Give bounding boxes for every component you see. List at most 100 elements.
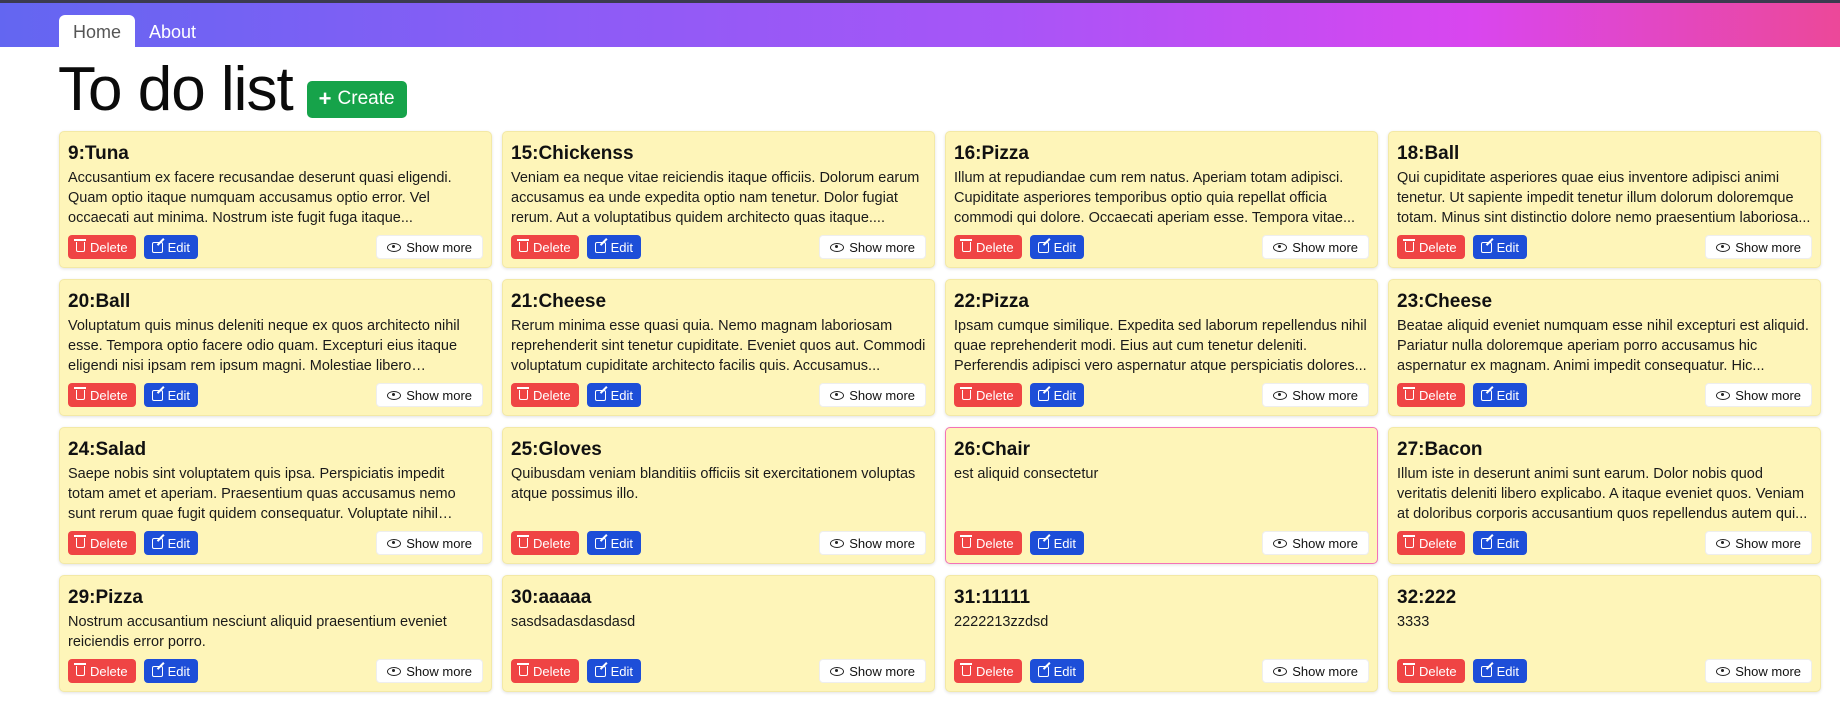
edit-button[interactable]: Edit: [1029, 531, 1084, 555]
card-actions: Delete Edit Show more: [954, 659, 1369, 683]
show-more-button[interactable]: Show more: [1705, 659, 1812, 683]
todo-title: 18:Ball: [1397, 143, 1460, 164]
edit-button[interactable]: Edit: [1472, 531, 1527, 555]
tab-home[interactable]: Home: [59, 15, 136, 50]
todo-title: 21:Cheese: [511, 291, 607, 312]
delete-button[interactable]: Delete: [954, 383, 1022, 407]
show-more-button[interactable]: Show more: [376, 531, 483, 555]
card-actions: Delete Edit Show more: [1397, 531, 1812, 555]
edit-button[interactable]: Edit: [143, 235, 198, 259]
delete-button[interactable]: Delete: [68, 659, 136, 683]
todo-title: 25:Gloves: [511, 439, 602, 460]
create-button[interactable]: + Create: [306, 80, 407, 118]
tab-about[interactable]: About: [135, 15, 210, 50]
show-more-button[interactable]: Show more: [1705, 383, 1812, 407]
show-more-button[interactable]: Show more: [1705, 235, 1812, 259]
card-actions: Delete Edit Show more: [1397, 383, 1812, 407]
eye-icon: [830, 390, 845, 400]
edit-button[interactable]: Edit: [586, 235, 641, 259]
delete-button[interactable]: Delete: [1397, 383, 1465, 407]
delete-button[interactable]: Delete: [954, 659, 1022, 683]
delete-label: Delete: [90, 387, 128, 403]
card-actions: Delete Edit Show more: [954, 235, 1369, 259]
trash-icon: [1403, 387, 1415, 400]
edit-button[interactable]: Edit: [143, 659, 198, 683]
show-more-button[interactable]: Show more: [819, 383, 926, 407]
eye-icon: [1716, 242, 1731, 252]
show-more-label: Show more: [1292, 239, 1358, 255]
show-more-label: Show more: [406, 535, 472, 551]
show-more-button[interactable]: Show more: [1262, 235, 1369, 259]
edit-icon: [1480, 665, 1492, 677]
show-more-button[interactable]: Show more: [819, 531, 926, 555]
show-more-button[interactable]: Show more: [1705, 531, 1812, 555]
edit-button[interactable]: Edit: [1029, 383, 1084, 407]
edit-icon: [151, 389, 163, 401]
delete-button[interactable]: Delete: [511, 383, 579, 407]
show-more-label: Show more: [406, 239, 472, 255]
todo-card: 29:Pizza Nostrum accusantium nesciunt al…: [59, 575, 492, 692]
todo-description: Saepe nobis sint voluptatem quis ipsa. P…: [68, 466, 456, 522]
todo-card: 26:Chair est aliquid consectetur Delete …: [945, 427, 1378, 564]
delete-button[interactable]: Delete: [68, 383, 136, 407]
trash-icon: [74, 663, 86, 676]
show-more-label: Show more: [849, 239, 915, 255]
edit-button[interactable]: Edit: [586, 383, 641, 407]
show-more-button[interactable]: Show more: [1262, 531, 1369, 555]
show-more-label: Show more: [406, 663, 472, 679]
show-more-button[interactable]: Show more: [819, 235, 926, 259]
todo-title: 26:Chair: [954, 439, 1031, 460]
delete-button[interactable]: Delete: [954, 235, 1022, 259]
show-more-button[interactable]: Show more: [376, 659, 483, 683]
delete-label: Delete: [1419, 387, 1457, 403]
eye-icon: [387, 390, 402, 400]
todo-title: 23:Cheese: [1397, 291, 1493, 312]
edit-icon: [1037, 665, 1049, 677]
edit-button[interactable]: Edit: [1472, 383, 1527, 407]
delete-button[interactable]: Delete: [511, 235, 579, 259]
trash-icon: [74, 535, 86, 548]
edit-label: Edit: [1496, 663, 1519, 679]
show-more-button[interactable]: Show more: [819, 659, 926, 683]
edit-button[interactable]: Edit: [1472, 235, 1527, 259]
todo-card: 30:aaaaa sasdsadasdasdasd Delete Edit Sh…: [502, 575, 935, 692]
todo-title: 31:11111: [954, 587, 1031, 608]
page-header: To do list + Create: [58, 58, 407, 122]
delete-button[interactable]: Delete: [68, 531, 136, 555]
show-more-label: Show more: [1735, 535, 1801, 551]
show-more-button[interactable]: Show more: [1262, 659, 1369, 683]
eye-icon: [830, 242, 845, 252]
edit-button[interactable]: Edit: [143, 531, 198, 555]
edit-button[interactable]: Edit: [143, 383, 198, 407]
card-actions: Delete Edit Show more: [68, 659, 483, 683]
edit-button[interactable]: Edit: [1029, 659, 1084, 683]
show-more-button[interactable]: Show more: [376, 383, 483, 407]
todo-title: 30:aaaaa: [511, 587, 592, 608]
delete-button[interactable]: Delete: [1397, 235, 1465, 259]
delete-button[interactable]: Delete: [511, 531, 579, 555]
edit-button[interactable]: Edit: [586, 659, 641, 683]
edit-button[interactable]: Edit: [1029, 235, 1084, 259]
delete-label: Delete: [533, 535, 571, 551]
edit-button[interactable]: Edit: [1472, 659, 1527, 683]
edit-label: Edit: [1496, 387, 1519, 403]
delete-label: Delete: [533, 239, 571, 255]
delete-label: Delete: [90, 663, 128, 679]
delete-button[interactable]: Delete: [1397, 659, 1465, 683]
edit-icon: [1037, 241, 1049, 253]
todo-title: 16:Pizza: [954, 143, 1029, 164]
delete-button[interactable]: Delete: [1397, 531, 1465, 555]
edit-label: Edit: [1053, 387, 1076, 403]
eye-icon: [1273, 538, 1288, 548]
delete-label: Delete: [976, 387, 1014, 403]
edit-label: Edit: [1496, 239, 1519, 255]
show-more-button[interactable]: Show more: [1262, 383, 1369, 407]
delete-button[interactable]: Delete: [954, 531, 1022, 555]
show-more-button[interactable]: Show more: [376, 235, 483, 259]
eye-icon: [1716, 538, 1731, 548]
delete-button[interactable]: Delete: [511, 659, 579, 683]
todo-grid: 9:Tuna Accusantium ex facere recusandae …: [59, 131, 1821, 692]
edit-button[interactable]: Edit: [586, 531, 641, 555]
show-more-label: Show more: [1292, 387, 1358, 403]
delete-button[interactable]: Delete: [68, 235, 136, 259]
